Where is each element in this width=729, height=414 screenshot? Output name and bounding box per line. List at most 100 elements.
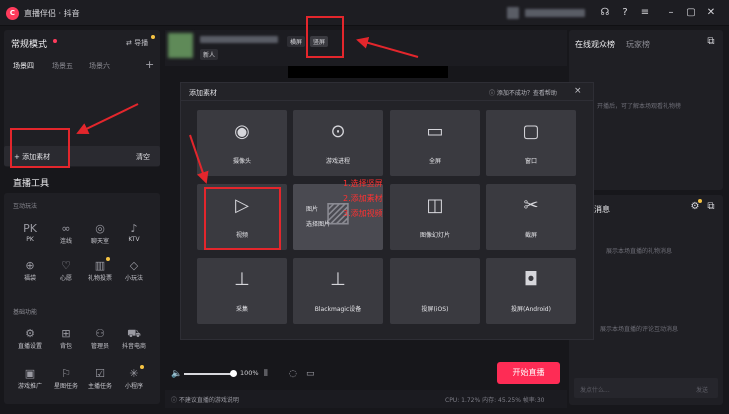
tool-pk[interactable]: PK PK (14, 221, 46, 251)
source-fullscreen[interactable]: ▭ 全屏 (390, 110, 480, 176)
tool-star-task[interactable]: ⚐ 星图任务 (50, 366, 82, 396)
source-label: 投屏(Android) (511, 306, 551, 313)
source-label: 采集 (235, 306, 248, 313)
annotation-step-1: 1.选择竖屏 (343, 179, 383, 188)
tools-title: 直播工具 (13, 179, 50, 189)
app-logo: C (6, 7, 19, 20)
source-slideshow[interactable]: ◫ 图像幻灯片 (390, 184, 480, 250)
lucky-bag-icon: ⊕ (25, 259, 35, 272)
tool-label: 小程序 (124, 383, 143, 390)
tool-label: 星图任务 (53, 383, 78, 390)
tool-chatroom[interactable]: ◎ 聊天室 (84, 221, 116, 251)
clear-button[interactable]: 清空 (136, 152, 150, 162)
add-scene-button[interactable]: + (145, 58, 154, 71)
maximize-icon[interactable]: ▢ (684, 6, 698, 20)
highlight-portrait (306, 16, 344, 58)
mode-title[interactable]: 常规模式 (11, 37, 47, 50)
image-select-link[interactable]: 选择图片 (306, 219, 330, 228)
source-android-cast[interactable]: ◘ 投屏(Android) (486, 258, 576, 324)
tool-gift-vote[interactable]: ▥ 礼物投票 (84, 258, 116, 288)
tool-ktv[interactable]: ♪ KTV (118, 221, 150, 251)
tab-scene-4[interactable]: 场景四 (13, 61, 34, 71)
tab-scene-6[interactable]: 场景六 (89, 61, 110, 71)
tool-admin[interactable]: ⚇ 管理员 (84, 326, 116, 356)
tool-wish[interactable]: ♡ 心愿 (50, 258, 82, 288)
audience-hint: 开播后，可了解本场观看礼物榜 (597, 103, 682, 110)
user-avatar[interactable] (507, 7, 519, 19)
streamer-avatar (168, 33, 193, 58)
modal-divider (181, 100, 593, 101)
preview-area (288, 66, 448, 78)
mixer-icon[interactable]: ⫴ (264, 369, 268, 379)
tool-label: 背包 (59, 343, 72, 350)
source-label: 窗口 (524, 158, 537, 165)
source-screenshot[interactable]: ✂ 截屏 (486, 184, 576, 250)
heart-icon: ♡ (61, 259, 71, 272)
user-name (525, 9, 585, 17)
send-button[interactable]: 发送 (696, 385, 708, 394)
modal-close-icon[interactable]: × (574, 86, 582, 96)
mic-toggle-icon[interactable]: ◌ (289, 369, 297, 379)
menu-icon[interactable]: ≡ (638, 6, 652, 20)
gift-hint: 展示本场直播的礼物消息 (606, 248, 673, 255)
message-placeholder: 发点什么... (580, 387, 610, 394)
close-icon[interactable]: ✕ (704, 6, 718, 20)
source-ios-cast[interactable]: 投屏(iOS) (390, 258, 480, 324)
import-button[interactable]: ⇄ 导播 (126, 38, 148, 48)
scissors-icon: ✂ (523, 195, 539, 216)
tool-backpack[interactable]: ⊞ 背包 (50, 326, 82, 356)
headset-icon[interactable]: ☊ (598, 6, 612, 20)
chatroom-icon: ◎ (95, 222, 105, 235)
system-stats: CPU: 1.72% 内存: 45.25% 帧率:30 (445, 397, 545, 404)
tool-lucky-bag[interactable]: ⊕ 福袋 (14, 258, 46, 288)
popout-icon[interactable]: ⧉ (704, 200, 718, 214)
mini-program-icon: ✳ (129, 367, 139, 380)
annotation-step-3: 3.添加视频 (343, 209, 383, 218)
tab-scene-5[interactable]: 场景五 (52, 61, 73, 71)
footer-tip[interactable]: ⓘ 不建议直播的游戏说明 (171, 395, 239, 404)
source-label: Blackmagic设备 (314, 306, 362, 313)
source-capture[interactable]: ⊥ 采集 (197, 258, 287, 324)
volume-slider[interactable] (184, 373, 232, 375)
source-game-process[interactable]: ⊙ 游戏进程 (293, 110, 383, 176)
flag-icon: ⚐ (61, 367, 71, 380)
modal-help-link[interactable]: ⓘ 添加不成功？查看帮助 (489, 88, 557, 97)
tool-anchor-task[interactable]: ☑ 主播任务 (84, 366, 116, 396)
source-blackmagic[interactable]: ⊥ Blackmagic设备 (293, 258, 383, 324)
app-title: 直播伴侣 · 抖音 (24, 9, 80, 18)
gamepad-icon: ⊙ (330, 121, 346, 142)
popout-icon[interactable]: ⧉ (704, 35, 718, 49)
task-icon: ☑ (95, 367, 105, 380)
help-icon[interactable]: ? (618, 6, 632, 20)
landscape-toggle[interactable]: 横屏 (287, 36, 306, 47)
import-label: 导播 (134, 39, 149, 47)
start-live-button[interactable]: 开始直播 (497, 362, 560, 384)
speaker-icon[interactable]: 🔈 (171, 369, 182, 379)
camera-icon: ◉ (234, 121, 250, 142)
messages-title: 消息 (594, 205, 610, 214)
minimize-icon[interactable]: – (664, 6, 678, 20)
tab-players[interactable]: 玩家榜 (626, 39, 650, 50)
tool-label: KTV (128, 236, 140, 243)
source-camera[interactable]: ◉ 摄像头 (197, 110, 287, 176)
camera-toggle-icon[interactable]: ▭ (306, 369, 315, 379)
tool-mini-game[interactable]: ◇ 小玩法 (118, 258, 150, 288)
tool-label: 礼物投票 (87, 275, 112, 282)
tool-ecommerce[interactable]: ⛟ 抖音电商 (118, 326, 150, 356)
tool-connect[interactable]: ∞ 连线 (50, 221, 82, 251)
source-window[interactable]: ▢ 窗口 (486, 110, 576, 176)
tool-label: 福袋 (23, 275, 36, 282)
source-label: 投屏(iOS) (421, 306, 449, 313)
tool-game-promo[interactable]: ▣ 游戏推广 (14, 366, 46, 396)
tool-live-settings[interactable]: ⚙ 直播设置 (14, 326, 46, 356)
modal-title: 添加素材 (189, 89, 217, 97)
admin-icon: ⚇ (95, 327, 105, 340)
tool-mini-program[interactable]: ✳ 小程序 (118, 366, 150, 396)
source-label: 游戏进程 (325, 158, 350, 165)
tool-label: PK (26, 236, 34, 243)
highlight-add-source (10, 128, 70, 168)
volume-knob[interactable] (230, 370, 237, 377)
tool-label: 直播设置 (17, 343, 42, 350)
tab-audience[interactable]: 在线观众榜 (575, 39, 615, 50)
comment-hint: 展示本场直播的评论互动消息 (600, 326, 679, 333)
